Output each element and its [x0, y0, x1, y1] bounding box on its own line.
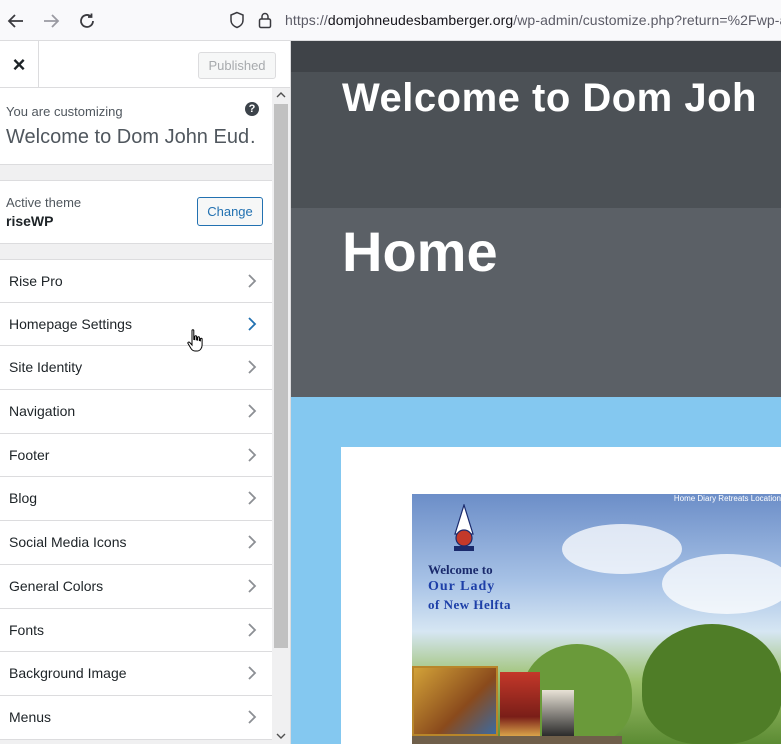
chevron-right-icon — [248, 274, 257, 288]
chevron-right-icon — [248, 710, 257, 724]
url-prefix: https:// — [285, 12, 328, 28]
menu-item-social-media-icons[interactable]: Social Media Icons — [0, 521, 272, 565]
hand-cursor-icon — [187, 329, 203, 352]
back-arrow-icon[interactable] — [5, 10, 27, 32]
scroll-down-icon[interactable] — [272, 729, 290, 743]
browser-toolbar: https://domjohneudesbamberger.org/wp-adm… — [0, 0, 781, 41]
cloud-shape — [662, 554, 781, 614]
menu-item-label: Menus — [9, 708, 52, 725]
menu-item-general-colors[interactable]: General Colors — [0, 564, 272, 609]
menu-item-footer[interactable]: Footer — [0, 433, 272, 478]
lock-icon[interactable] — [258, 11, 272, 29]
menu-item-label: Social Media Icons — [9, 534, 127, 551]
menu-item-label: Blog — [9, 490, 38, 507]
customizer-menu: Rise Pro Homepage Settings Site Identity… — [0, 259, 272, 740]
preview-content: Home Diary Retreats Location Welcome to … — [341, 447, 781, 744]
site-preview[interactable]: Welcome to Dom Joh Home Home Diary Retre… — [291, 41, 781, 744]
chevron-right-icon — [248, 579, 257, 593]
menu-item-label: Footer — [9, 446, 50, 463]
chevron-right-icon — [248, 317, 257, 331]
reload-icon[interactable] — [76, 10, 98, 32]
menu-item-label: Navigation — [9, 403, 76, 420]
chevron-right-icon — [248, 491, 257, 506]
active-theme-section: Active theme riseWP Change — [0, 180, 272, 244]
close-customizer-button[interactable]: × — [0, 41, 39, 88]
preview-topbar — [291, 41, 781, 72]
active-theme-label: Active theme — [6, 195, 82, 210]
menu-item-menus[interactable]: Menus — [0, 695, 272, 740]
shield-icon[interactable] — [229, 11, 245, 29]
header-image-nav: Home Diary Retreats Location — [673, 494, 781, 503]
chevron-right-icon — [248, 535, 257, 549]
chevron-right-icon — [248, 622, 257, 637]
menu-item-label: Homepage Settings — [9, 315, 132, 332]
customizer-sidebar: × Published You are customizing ? Welcom… — [0, 41, 291, 744]
image-text-our-lady: Our Lady — [428, 579, 496, 594]
menu-item-homepage-settings[interactable]: Homepage Settings — [0, 302, 272, 347]
menu-item-label: Site Identity — [9, 359, 83, 376]
icon-painting-madonna — [500, 672, 540, 736]
close-icon: × — [12, 51, 26, 77]
publish-button[interactable]: Published — [198, 52, 276, 79]
menu-item-background-image[interactable]: Background Image — [0, 652, 272, 696]
header-image: Home Diary Retreats Location Welcome to … — [412, 494, 781, 744]
menu-item-navigation[interactable]: Navigation — [0, 390, 272, 434]
menu-item-label: Fonts — [9, 621, 45, 638]
customizing-info: You are customizing ? Welcome to Dom Joh… — [0, 88, 272, 165]
chevron-right-icon — [248, 360, 257, 375]
help-icon[interactable]: ? — [245, 102, 259, 116]
logo-emblem-icon — [454, 504, 474, 551]
chevron-right-icon — [248, 404, 257, 418]
menu-item-blog[interactable]: Blog — [0, 477, 272, 522]
site-title: Welcome to Dom John Eud… — [6, 126, 254, 148]
portrait-photo — [542, 690, 574, 736]
menu-item-label: General Colors — [9, 577, 104, 594]
tree-shape — [642, 624, 781, 744]
preview-site-title[interactable]: Welcome to Dom Joh — [342, 76, 757, 121]
preview-page-title: Home — [342, 220, 498, 283]
menu-item-fonts[interactable]: Fonts — [0, 608, 272, 653]
address-bar-url[interactable]: https://domjohneudesbamberger.org/wp-adm… — [285, 12, 781, 28]
image-strip — [412, 736, 622, 744]
customizing-label: You are customizing — [6, 104, 123, 119]
sidebar-scrollbar[interactable] — [272, 88, 290, 744]
menu-item-label: Background Image — [9, 665, 127, 682]
menu-item-rise-pro[interactable]: Rise Pro — [0, 259, 272, 303]
customizer-header: × Published — [0, 41, 290, 88]
customizer-panel: You are customizing ? Welcome to Dom Joh… — [0, 88, 272, 744]
scroll-up-icon[interactable] — [272, 88, 290, 102]
theme-name: riseWP — [6, 213, 54, 229]
scrollbar-thumb[interactable] — [274, 104, 288, 648]
menu-item-label: Rise Pro — [9, 273, 63, 289]
change-theme-button[interactable]: Change — [197, 197, 263, 226]
url-path: /wp-admin/customize.php?return=%2Fwp-a — [513, 12, 781, 28]
icon-painting-trinity — [412, 666, 498, 736]
menu-item-site-identity[interactable]: Site Identity — [0, 346, 272, 391]
cloud-shape — [562, 524, 682, 574]
url-domain: domjohneudesbamberger.org — [327, 12, 514, 28]
chevron-right-icon — [248, 666, 257, 680]
image-text-new-helfta: of New Helfta — [428, 597, 512, 612]
image-text-welcome: Welcome to — [428, 562, 493, 577]
forward-arrow-icon[interactable] — [40, 10, 62, 32]
chevron-right-icon — [248, 448, 257, 462]
